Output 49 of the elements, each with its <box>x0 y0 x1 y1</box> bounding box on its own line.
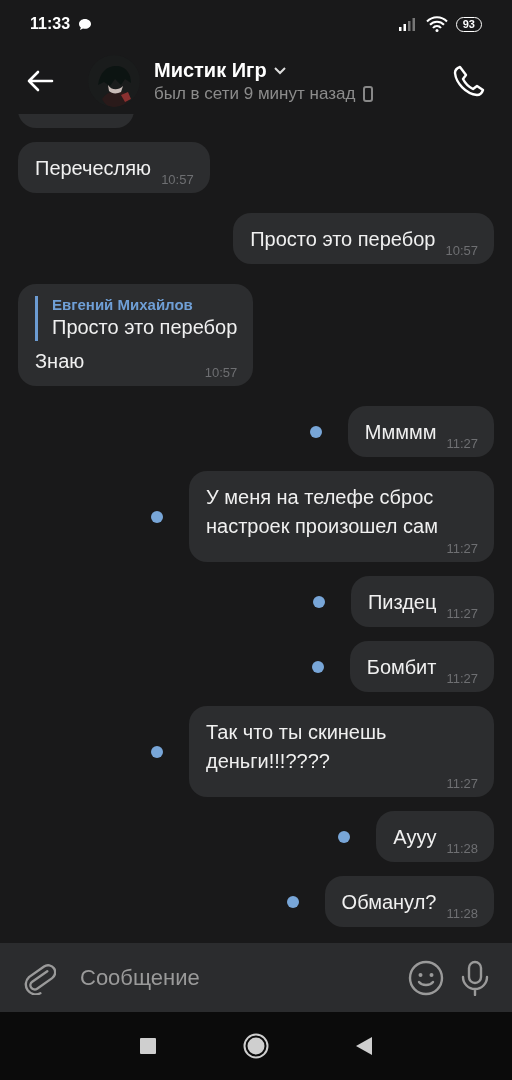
message-text: Обманул? <box>341 890 437 915</box>
message-bubble[interactable]: Просто это перебор 10:57 <box>233 213 494 264</box>
phone-call-icon[interactable] <box>452 64 486 98</box>
wifi-icon <box>425 16 448 32</box>
message-bubble[interactable]: Ммммм 11:27 <box>347 406 494 457</box>
signal-icon <box>397 17 418 31</box>
emoji-icon[interactable] <box>408 959 444 996</box>
message-bubble[interactable]: Так что ты скинешь деньги!!!???? 11:27 <box>189 706 494 797</box>
back-arrow-icon[interactable] <box>26 70 54 92</box>
reply-author: Евгений Михайлов <box>52 296 194 313</box>
message-bubble[interactable]: Бомбит 11:27 <box>349 641 494 692</box>
message-time: 11:28 <box>446 906 478 921</box>
message-time: 11:27 <box>446 776 478 791</box>
message-bubble[interactable]: Евгений Михайлов Просто это перебор Знаю 10:57 <box>18 284 254 386</box>
clock: 11:33 <box>30 15 71 33</box>
chevron-down-icon[interactable] <box>272 65 287 75</box>
home-button-icon[interactable] <box>243 1033 269 1059</box>
message-bubble[interactable]: Обманул? 11:28 <box>324 876 494 927</box>
back-button-icon[interactable] <box>355 1036 373 1056</box>
chat-bubble-icon <box>78 17 93 31</box>
message-time: 10:57 <box>445 243 478 258</box>
recents-button-icon[interactable] <box>139 1037 157 1055</box>
message-time: 11:27 <box>446 606 478 621</box>
message-bubble[interactable]: У меня на телефе сброс настроек произошел сам 11:27 <box>189 471 494 562</box>
message-bubble[interactable]: Пиздец 11:27 <box>350 576 494 627</box>
contact-name[interactable]: Мистик Игр <box>154 58 267 82</box>
message-text: Бомбит <box>366 655 437 680</box>
message-text: Знаю <box>35 349 86 374</box>
message-time: 11:27 <box>446 541 478 556</box>
reply-quote[interactable]: Евгений Михайлов Просто это перебор <box>35 296 238 341</box>
message-time: 10:57 <box>204 365 238 380</box>
message-text: Пиздец <box>367 590 437 615</box>
message-bubble[interactable]: Аууу 11:28 <box>376 811 494 862</box>
phone-device-icon <box>363 85 374 102</box>
message-text: Аууу <box>393 825 437 850</box>
microphone-icon[interactable] <box>460 959 490 996</box>
message-text: Ммммм <box>364 420 437 445</box>
battery-level: 93 <box>455 16 482 32</box>
last-seen-status: был в сети 9 минут назад <box>154 83 356 104</box>
message-time: 10:57 <box>161 172 194 187</box>
reply-text: Просто это перебор <box>52 315 238 340</box>
message-text: У меня на телефе сброс настроек произошел сам <box>206 485 439 539</box>
message-time: 11:28 <box>446 841 478 856</box>
message-text: Перечесляю <box>35 156 152 181</box>
message-time: 11:27 <box>446 671 478 686</box>
message-bubble[interactable]: Перечесляю 10:57 <box>18 142 210 193</box>
message-time: 11:27 <box>446 436 478 451</box>
message-text: Просто это перебор <box>250 227 436 252</box>
message-text: Так что ты скинешь деньги!!!???? <box>206 720 388 774</box>
